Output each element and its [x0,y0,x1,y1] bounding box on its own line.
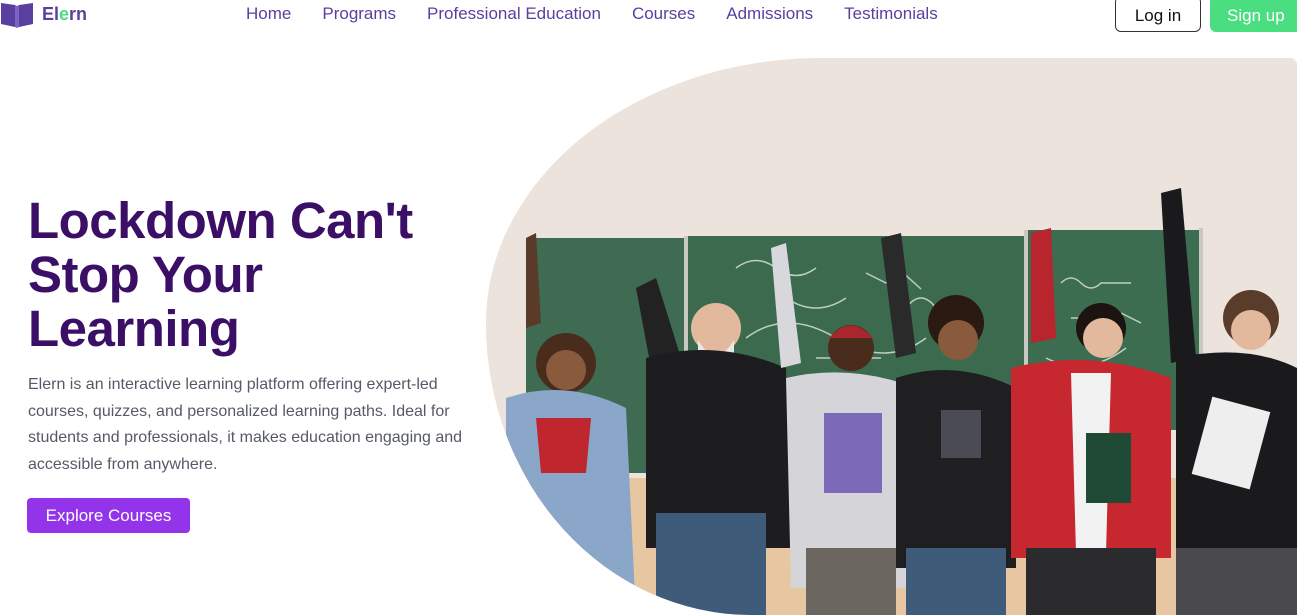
hero-title-line-3: Learning [28,300,240,357]
nav-testimonials[interactable]: Testimonials [844,3,938,25]
students-photo-illustration [486,58,1297,615]
logo-text: Elern [42,5,87,23]
open-book-icon [1,3,33,28]
logo-link[interactable]: Elern [0,0,87,28]
hero-description: Elern is an interactive learning platfor… [28,376,463,473]
page: Elern Home Programs Professional Educati… [0,0,1297,615]
main-nav: Home Programs Professional Education Cou… [246,3,938,25]
hero-title-line-2: Stop Your [28,246,263,303]
nav-home[interactable]: Home [246,3,291,25]
hero-image [486,58,1297,615]
login-button[interactable]: Log in [1115,0,1201,32]
logo-text-end: rn [69,4,88,24]
nav-programs[interactable]: Programs [322,3,396,25]
hero-title-line-1: Lockdown Can't [28,192,413,249]
nav-courses[interactable]: Courses [632,3,695,25]
site-header: Elern Home Programs Professional Educati… [0,0,1297,34]
nav-professional-education[interactable]: Professional Education [427,3,601,25]
nav-admissions[interactable]: Admissions [726,3,813,25]
logo-text-accent: e [59,4,70,24]
hero-title: Lockdown Can't Stop Your Learning [28,194,468,356]
explore-courses-button[interactable]: Explore Courses [27,498,190,533]
signup-button[interactable]: Sign up [1210,0,1297,32]
logo-text-start: El [42,4,60,24]
